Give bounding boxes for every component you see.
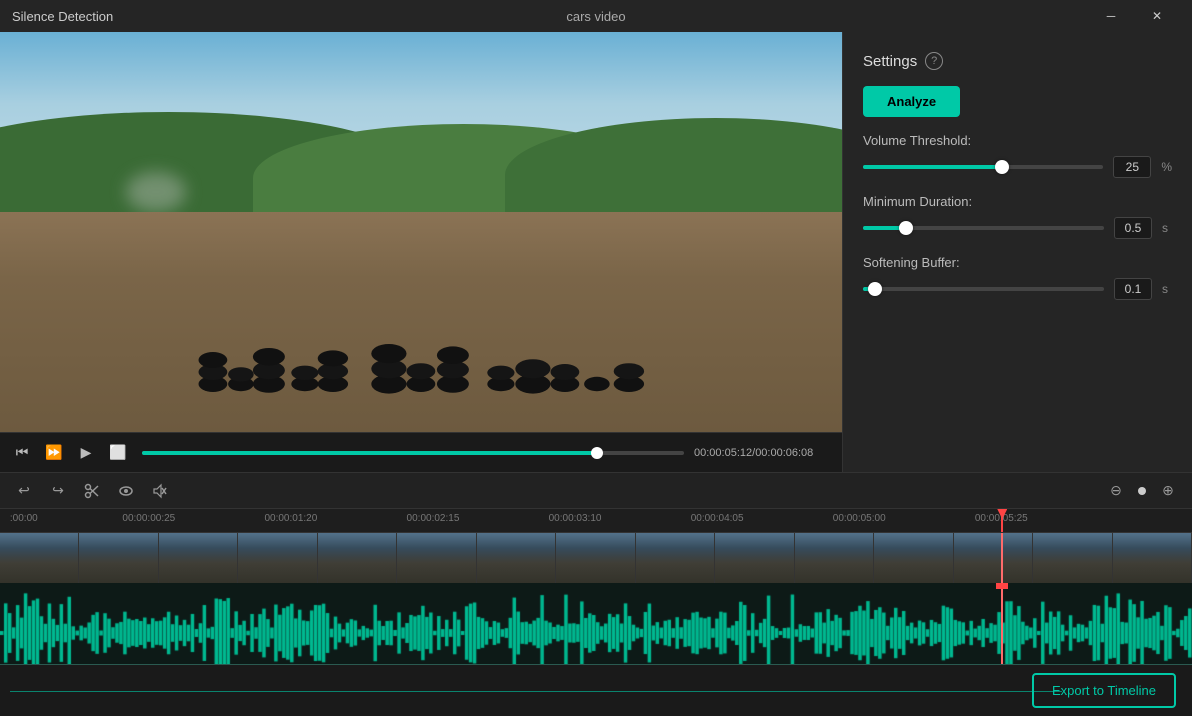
timeline-section: ↩ ↪ ⊖ ⊕	[0, 472, 1192, 716]
help-icon[interactable]: ?	[925, 52, 943, 70]
progress-bar[interactable]	[142, 451, 684, 455]
volume-threshold-value: 25	[1113, 156, 1151, 178]
ruler-marks: :00:00 00:00:00:25 00:00:01:20 00:00:02:…	[4, 509, 1188, 532]
video-section: ⏮ ⏩ ▶ ⬜ 00:00:05:12/00:00:06:08	[0, 32, 842, 472]
time-current: 00:00:05:12	[694, 447, 752, 459]
softening-buffer-label: Softening Buffer:	[863, 255, 1172, 270]
minimum-duration-label: Minimum Duration:	[863, 194, 1172, 209]
zoom-out-button[interactable]: ⊖	[1102, 477, 1130, 505]
thumb-8	[556, 533, 635, 583]
undo-button[interactable]: ↩	[10, 477, 38, 505]
thumb-7	[477, 533, 556, 583]
eye-button[interactable]	[112, 477, 140, 505]
minimize-button[interactable]: ─	[1088, 0, 1134, 32]
settings-panel: Settings ? Analyze Volume Threshold: 25 …	[842, 32, 1192, 472]
video-controls-bar: ⏮ ⏩ ▶ ⬜ 00:00:05:12/00:00:06:08	[0, 432, 842, 472]
minimum-duration-unit: s	[1162, 221, 1172, 235]
settings-header: Settings ?	[863, 52, 1172, 70]
export-area: Export to Timeline	[0, 664, 1192, 716]
time-total: 00:00:06:08	[755, 447, 813, 459]
eye-icon	[118, 483, 134, 499]
ruler-mark-2: 00:00:01:20	[264, 513, 317, 524]
analyze-button[interactable]: Analyze	[863, 86, 960, 117]
softening-buffer-thumb	[868, 282, 882, 296]
volume-threshold-unit: %	[1161, 160, 1172, 174]
file-name: cars video	[566, 9, 625, 24]
thumb-1	[0, 533, 79, 583]
time-display: 00:00:05:12/00:00:06:08	[694, 447, 834, 459]
video-preview	[0, 32, 842, 432]
timeline-content[interactable]	[0, 533, 1192, 664]
minimum-duration-control: 0.5 s	[863, 217, 1172, 239]
zoom-in-button[interactable]: ⊕	[1154, 477, 1182, 505]
ruler-mark-3: 00:00:02:15	[407, 513, 460, 524]
volume-threshold-row: Volume Threshold: 25 %	[863, 133, 1172, 178]
softening-buffer-value: 0.1	[1114, 278, 1152, 300]
waveform-container	[0, 583, 1192, 664]
ruler-mark-5: 00:00:04:05	[691, 513, 744, 524]
thumb-2	[79, 533, 158, 583]
thumb-14	[1033, 533, 1112, 583]
crop-button[interactable]: ⬜	[104, 439, 132, 467]
ruler-mark-1: 00:00:00:25	[122, 513, 175, 524]
thumb-6	[397, 533, 476, 583]
ruler-playhead	[1001, 509, 1003, 532]
mute-button[interactable]	[146, 477, 174, 505]
play-button[interactable]: ▶	[72, 439, 100, 467]
timeline-toolbar: ↩ ↪ ⊖ ⊕	[0, 473, 1192, 509]
minimum-duration-value: 0.5	[1114, 217, 1152, 239]
close-button[interactable]: ✕	[1134, 0, 1180, 32]
minimum-duration-row: Minimum Duration: 0.5 s	[863, 194, 1172, 239]
volume-threshold-slider[interactable]	[863, 165, 1103, 169]
redo-button[interactable]: ↪	[44, 477, 72, 505]
timeline-ruler: :00:00 00:00:00:25 00:00:01:20 00:00:02:…	[0, 509, 1192, 533]
minimum-duration-slider[interactable]	[863, 226, 1104, 230]
thumb-10	[715, 533, 794, 583]
tire-stacks	[42, 240, 800, 400]
thumb-11	[795, 533, 874, 583]
volume-threshold-label: Volume Threshold:	[863, 133, 1172, 148]
cut-button[interactable]	[78, 477, 106, 505]
waveform-canvas	[0, 583, 1192, 664]
smoke-effect	[126, 172, 186, 212]
window-controls: ─ ✕	[1088, 0, 1180, 32]
volume-threshold-thumb	[995, 160, 1009, 174]
progress-fill	[142, 451, 597, 455]
minimum-duration-thumb	[899, 221, 913, 235]
softening-buffer-unit: s	[1162, 282, 1172, 296]
softening-buffer-control: 0.1 s	[863, 278, 1172, 300]
thumb-3	[159, 533, 238, 583]
main-area: ⏮ ⏩ ▶ ⬜ 00:00:05:12/00:00:06:08 Settings…	[0, 32, 1192, 472]
thumb-15	[1113, 533, 1192, 583]
app-title: Silence Detection	[12, 9, 113, 24]
scissors-icon	[84, 483, 100, 499]
zoom-indicator	[1138, 487, 1146, 495]
thumb-4	[238, 533, 317, 583]
softening-buffer-row: Softening Buffer: 0.1 s	[863, 255, 1172, 300]
progress-thumb	[591, 447, 603, 459]
video-frame	[0, 32, 842, 432]
export-to-timeline-button[interactable]: Export to Timeline	[1032, 673, 1176, 708]
step-forward-button[interactable]: ⏩	[40, 439, 68, 467]
titlebar: Silence Detection cars video ─ ✕	[0, 0, 1192, 32]
ruler-mark-6: 00:00:05:00	[833, 513, 886, 524]
thumbnail-strip	[0, 533, 1192, 583]
softening-buffer-slider[interactable]	[863, 287, 1104, 291]
zoom-controls: ⊖ ⊕	[1102, 477, 1182, 505]
step-back-button[interactable]: ⏮	[8, 439, 36, 467]
thumb-9	[636, 533, 715, 583]
mute-icon	[152, 483, 168, 499]
volume-threshold-fill	[863, 165, 1002, 169]
ruler-mark-0: :00:00	[10, 513, 38, 524]
volume-threshold-control: 25 %	[863, 156, 1172, 178]
settings-title: Settings	[863, 53, 917, 70]
thumb-5	[318, 533, 397, 583]
ruler-mark-4: 00:00:03:10	[549, 513, 602, 524]
thumb-12	[874, 533, 953, 583]
thumb-13	[954, 533, 1033, 583]
